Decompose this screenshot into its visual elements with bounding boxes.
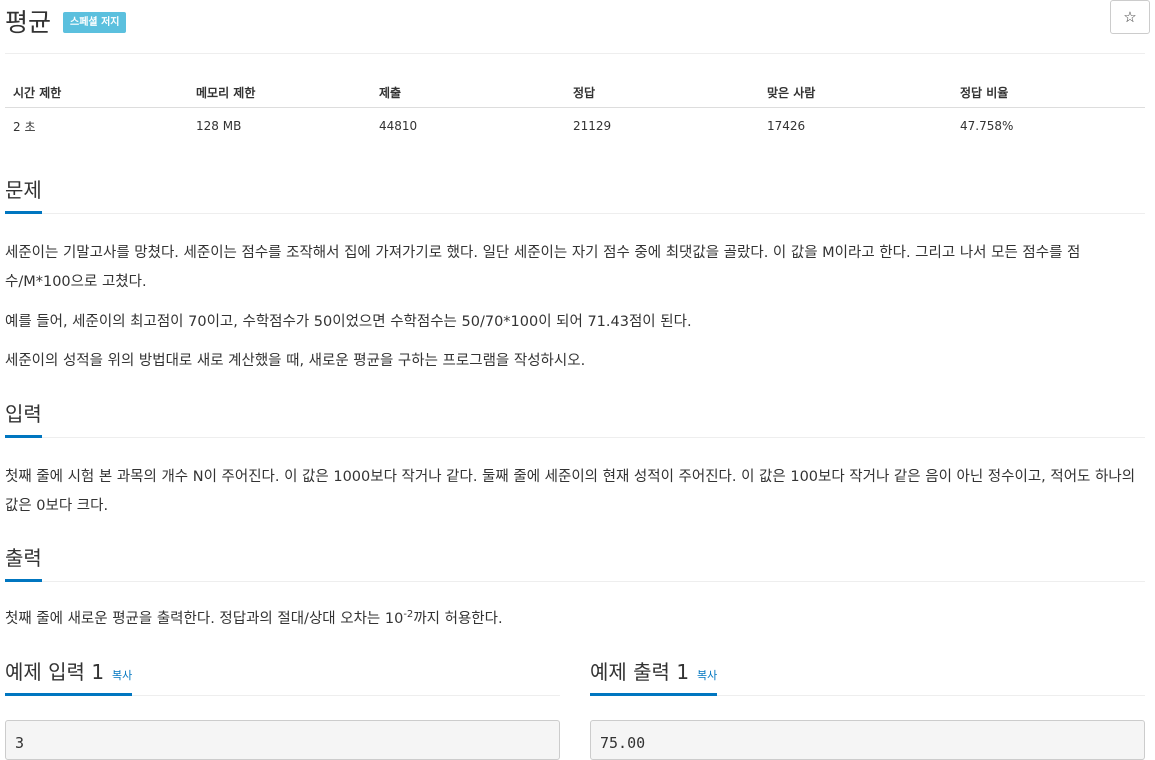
header-accepted: 정답 (565, 77, 759, 108)
sample-output-title-wrap: 예제 출력 1 복사 (590, 656, 718, 696)
value-memory-limit: 128 MB (196, 119, 242, 133)
output-text-after: 까지 허용한다. (413, 611, 503, 627)
value-ratio: 47.758% (960, 119, 1014, 133)
special-judge-badge: 스페셜 저지 (63, 12, 127, 33)
output-description: 첫째 줄에 새로운 평균을 출력한다. 정답과의 절대/상대 오차는 10-2까… (5, 605, 1145, 634)
info-value-row: 2 초 128 MB 44810 21129 17426 47.758% (5, 108, 1145, 145)
favorite-star-button[interactable]: ☆ (1110, 0, 1150, 34)
sample-output-copy-button[interactable]: 복사 (697, 669, 717, 682)
sample-input-box[interactable]: 3 (5, 720, 560, 760)
input-description: 첫째 줄에 시험 본 과목의 개수 N이 주어진다. 이 값은 1000보다 작… (5, 469, 1136, 514)
problem-section-heading: 문제 (5, 174, 1145, 214)
problem-description-3: 세준이의 성적을 위의 방법대로 새로 계산했을 때, 새로운 평균을 구하는 … (5, 353, 586, 369)
problem-description-2: 예를 들어, 세준이의 최고점이 70이고, 수학점수가 50이었으면 수학점수… (5, 314, 692, 330)
header-ratio: 정답 비율 (952, 77, 1145, 108)
header-submissions: 제출 (371, 77, 565, 108)
problem-info-table: 시간 제한 메모리 제한 제출 정답 맞은 사람 정답 비율 2 초 128 M… (5, 77, 1145, 144)
header-solvers: 맞은 사람 (759, 77, 952, 108)
info-header-row: 시간 제한 메모리 제한 제출 정답 맞은 사람 정답 비율 (5, 77, 1145, 108)
header-time-limit: 시간 제한 (5, 77, 188, 108)
value-time-limit: 2 초 (13, 119, 36, 134)
problem-description-1: 세준이는 기말고사를 망쳤다. 세준이는 점수를 조작해서 집에 가져가기로 했… (5, 245, 1081, 290)
value-accepted: 21129 (573, 119, 612, 133)
sample-output-heading: 예제 출력 1 복사 (590, 656, 1145, 696)
problem-title: 평균 (5, 8, 52, 37)
input-section-title: 입력 (5, 398, 42, 438)
input-section-heading: 입력 (5, 398, 1145, 438)
problem-header: 평균 스페셜 저지 ☆ (5, 0, 1150, 54)
output-section-heading: 출력 (5, 542, 1145, 582)
sample-output-box[interactable]: 75.00 (590, 720, 1145, 760)
header-memory-limit: 메모리 제한 (188, 77, 371, 108)
sample-input-title-wrap: 예제 입력 1 복사 (5, 656, 133, 696)
value-solvers: 17426 (767, 119, 806, 133)
output-text-before: 첫째 줄에 새로운 평균을 출력한다. 정답과의 절대/상대 오차는 10 (5, 611, 404, 627)
sample-input-title: 예제 입력 1 (5, 660, 105, 684)
problem-section-title: 문제 (5, 174, 42, 214)
output-section-title: 출력 (5, 542, 42, 582)
sample-input-copy-button[interactable]: 복사 (112, 669, 132, 682)
sample-output-title: 예제 출력 1 (590, 660, 690, 684)
value-submissions: 44810 (379, 119, 418, 133)
sample-input-heading: 예제 입력 1 복사 (5, 656, 560, 696)
output-exponent: -2 (403, 609, 414, 621)
problem-page: 평균 스페셜 저지 ☆ 시간 제한 메모리 제한 제출 정답 맞은 사람 정답 … (5, 0, 1150, 760)
star-icon: ☆ (1123, 8, 1137, 26)
